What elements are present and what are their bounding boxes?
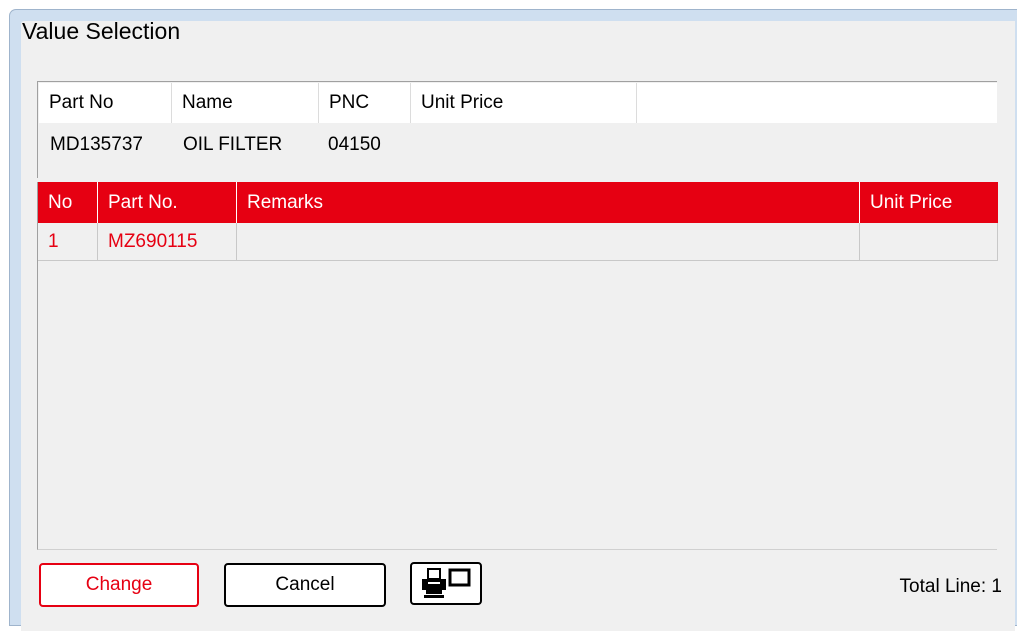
table-row[interactable]: 1 MZ690115	[38, 223, 998, 261]
grid-header-remarks[interactable]: Remarks	[237, 182, 860, 223]
part-info-panel: Part No Name PNC Unit Price MD135737 OIL…	[37, 81, 997, 178]
part-info-header: Part No Name PNC Unit Price	[39, 83, 997, 123]
cancel-button[interactable]: Cancel	[224, 563, 386, 607]
info-header-name: Name	[172, 83, 319, 123]
info-header-part-no: Part No	[39, 83, 172, 123]
selection-grid: No Part No. Remarks Unit Price 1 MZ69011…	[37, 182, 998, 550]
change-button[interactable]: Change	[39, 563, 199, 607]
info-value-pnc: 04150	[328, 134, 381, 155]
row-cell-unit-price	[860, 223, 998, 260]
total-line-label: Total Line: 1	[899, 576, 1002, 597]
info-header-filler	[637, 83, 997, 123]
grid-header-part-no[interactable]: Part No.	[98, 182, 237, 223]
grid-header-row: No Part No. Remarks Unit Price	[38, 182, 998, 223]
print-preview-icon	[420, 567, 472, 601]
print-preview-button[interactable]	[410, 562, 482, 605]
grid-header-unit-price[interactable]: Unit Price	[860, 182, 998, 223]
grid-header-no[interactable]: No	[38, 182, 98, 223]
row-cell-no: 1	[38, 223, 98, 260]
info-value-name: OIL FILTER	[183, 134, 283, 155]
info-header-pnc: PNC	[319, 83, 411, 123]
info-value-part-no: MD135737	[50, 134, 143, 155]
row-cell-remarks	[237, 223, 860, 260]
dialog-title: Value Selection	[22, 18, 181, 44]
row-cell-part-no: MZ690115	[98, 223, 237, 260]
info-header-unit-price: Unit Price	[411, 83, 637, 123]
